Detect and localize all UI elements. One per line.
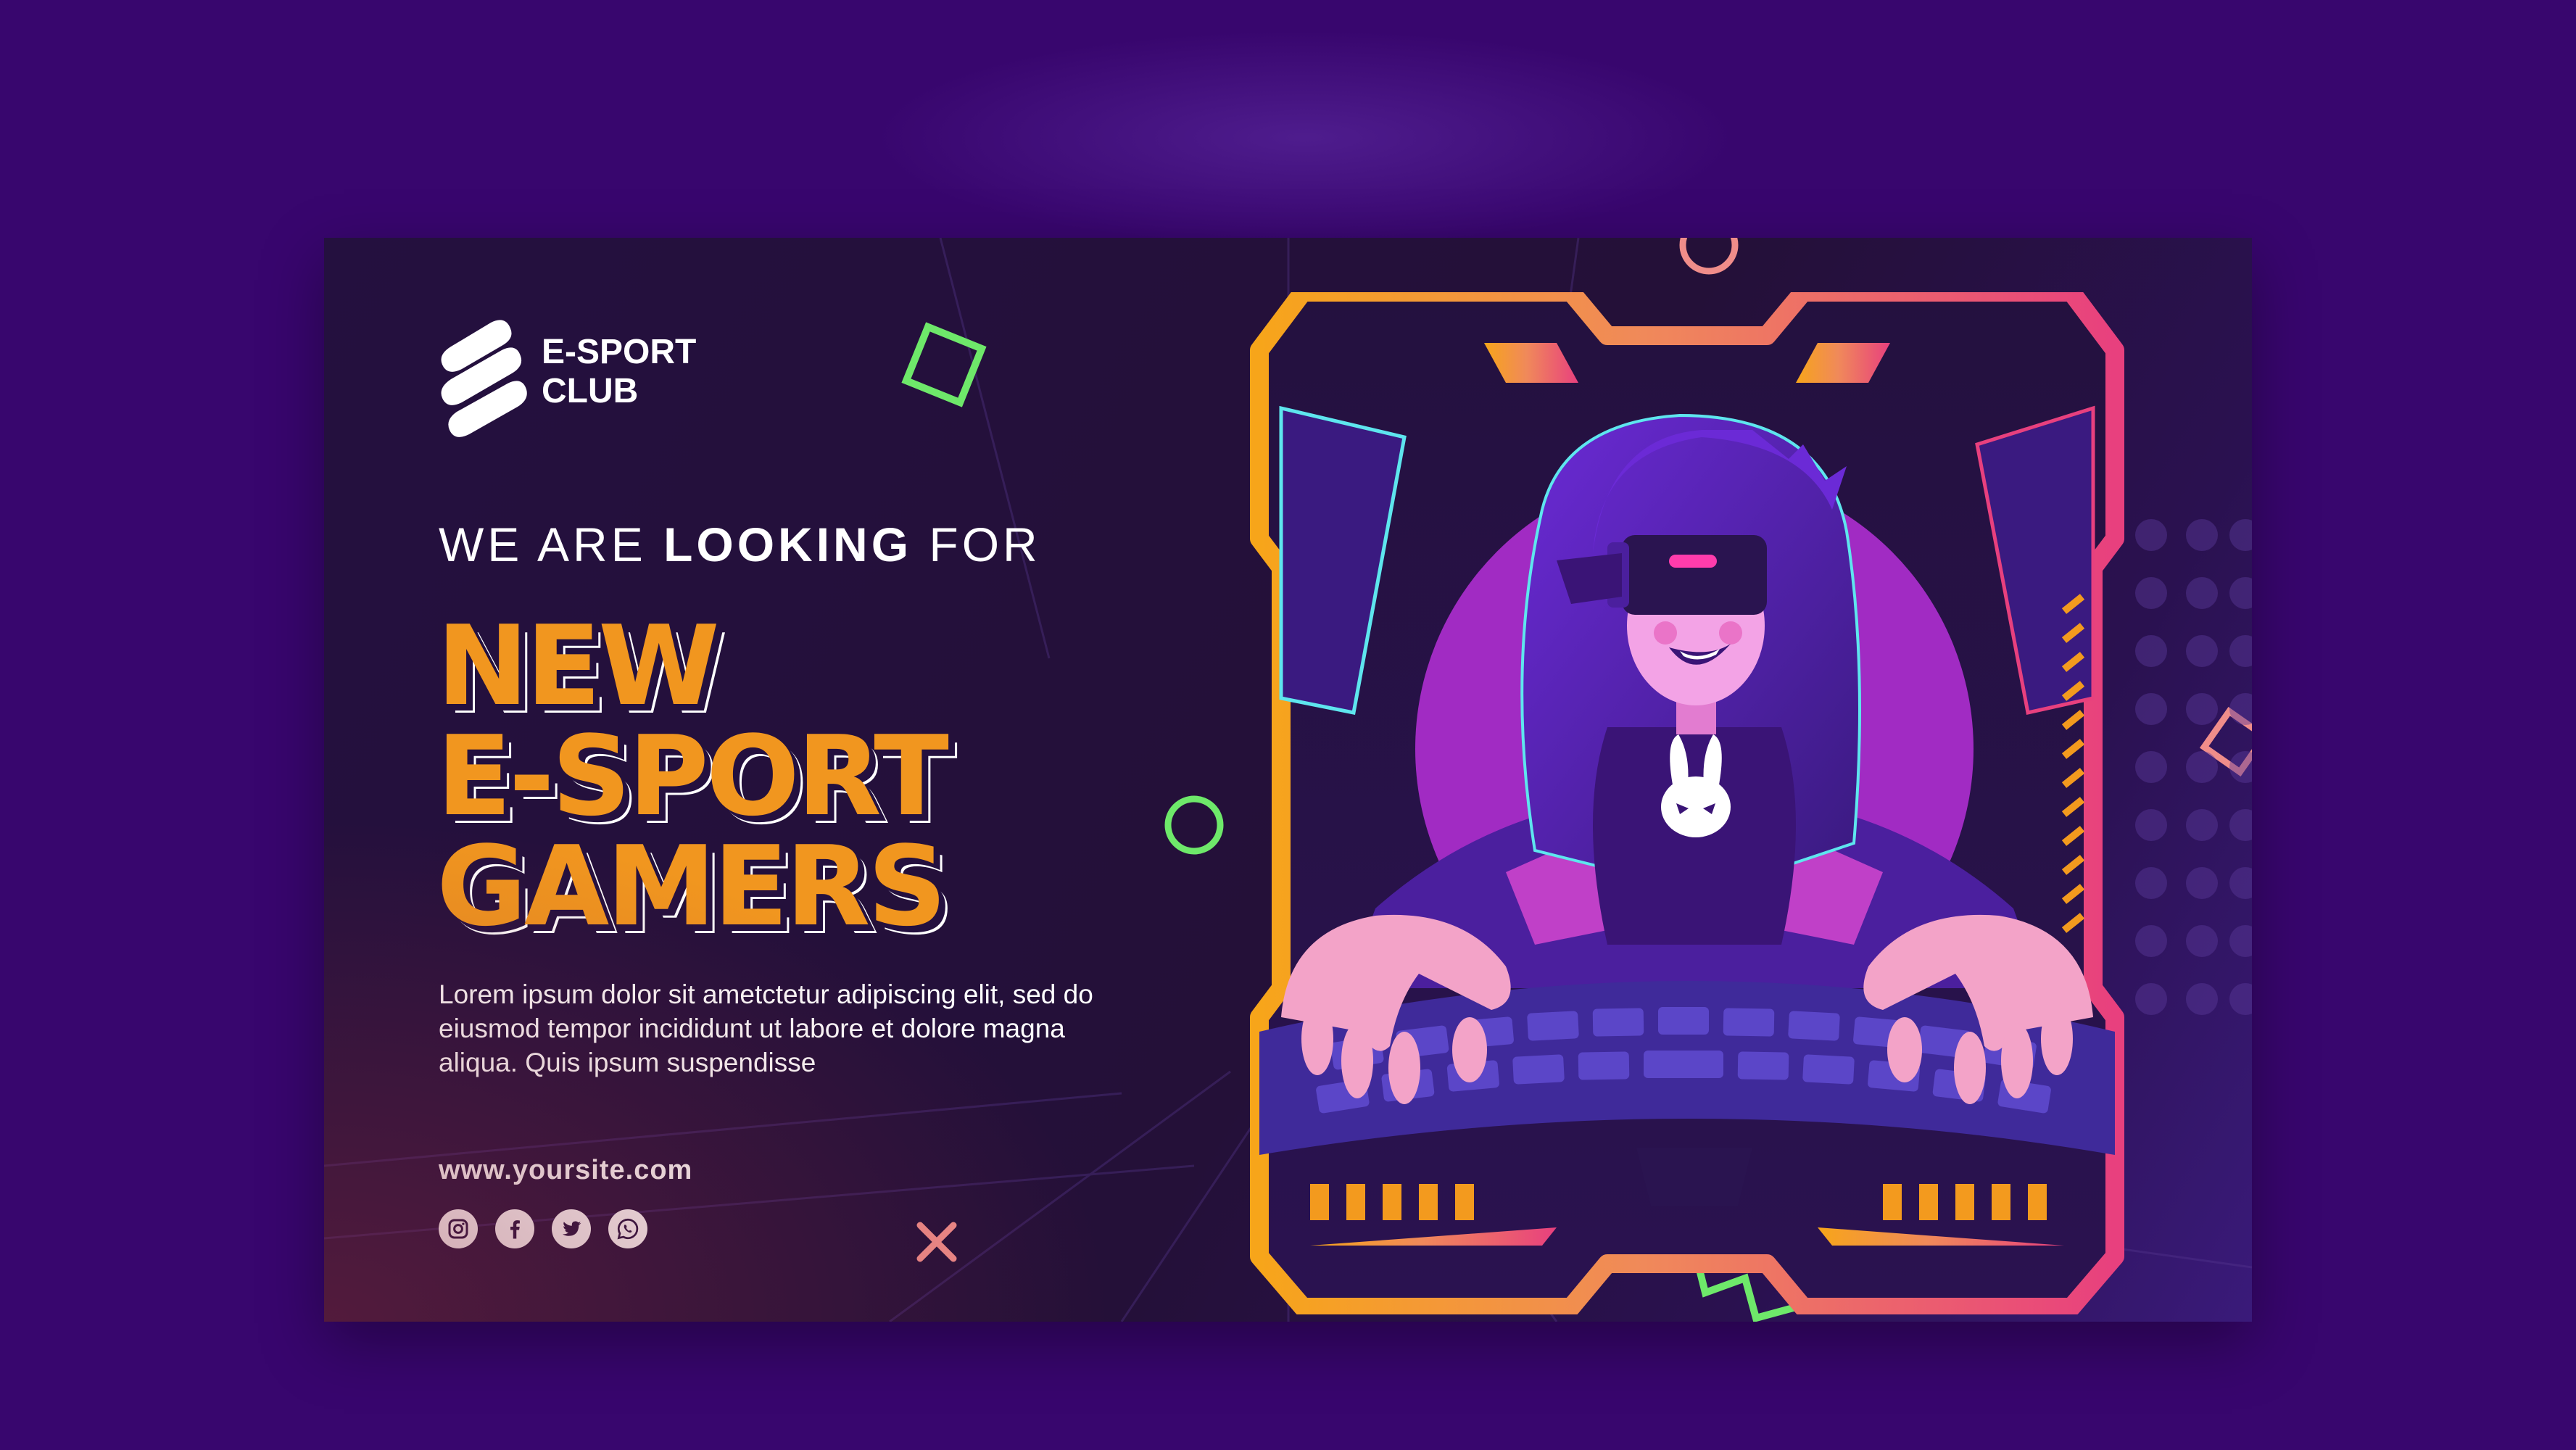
body-text: Lorem ipsum dolor sit ametctetur adipisc…	[439, 979, 1093, 1077]
headline: NEW E-SPORT GAMERS	[436, 611, 1198, 942]
gamer-illustration	[1250, 292, 2124, 1314]
tagline-bold: LOOKING	[663, 518, 913, 571]
social-icons	[439, 1209, 647, 1248]
tagline-suffix: FOR	[912, 518, 1041, 571]
green-circle-shape	[1164, 795, 1224, 855]
instagram-icon[interactable]	[439, 1209, 478, 1248]
twitter-icon[interactable]	[552, 1209, 591, 1248]
whatsapp-icon[interactable]	[608, 1209, 647, 1248]
headline-line-2: E-SPORT	[436, 712, 949, 840]
esport-logo-icon	[441, 320, 527, 437]
headline-line-1: NEW	[436, 602, 720, 730]
background-glow	[870, 29, 1740, 246]
logo-text: E-SPORT CLUB	[542, 333, 697, 410]
esport-club-logo: E-SPORT CLUB	[436, 307, 696, 437]
pink-ring-shape	[1679, 238, 1739, 275]
tagline-prefix: WE ARE	[439, 518, 664, 571]
esport-banner: E-SPORT CLUB WE ARE LOOKING FOR NEW E-SP…	[324, 238, 2252, 1322]
green-square-shape	[901, 322, 987, 407]
facebook-icon[interactable]	[495, 1209, 534, 1248]
site-url[interactable]: www.yoursite.com	[439, 1155, 692, 1186]
tagline: WE ARE LOOKING FOR	[439, 517, 1041, 572]
headline-line-3: GAMERS	[436, 822, 947, 950]
pink-cross-shape	[916, 1222, 957, 1262]
